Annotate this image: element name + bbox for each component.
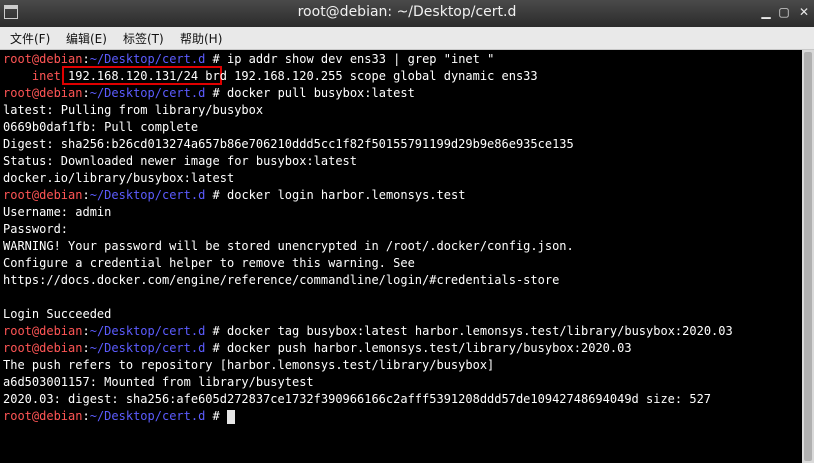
prompt-colon: : xyxy=(82,52,90,66)
command-line: root@debian:~/Desktop/cert.d # docker lo… xyxy=(3,187,465,204)
inet-details: brd 192.168.120.255 scope global dynamic… xyxy=(198,69,538,83)
prompt-user: root@debian xyxy=(3,188,83,202)
output-line: WARNING! Your password will be stored un… xyxy=(3,239,574,253)
prompt-path: ~/Desktop/cert.d xyxy=(89,86,206,100)
command-line: root@debian:~/Desktop/cert.d # xyxy=(3,408,235,425)
command-text: docker pull busybox:latest xyxy=(227,86,415,100)
prompt-colon: : xyxy=(82,324,90,338)
prompt-path: ~/Desktop/cert.d xyxy=(89,324,206,338)
text-cursor xyxy=(227,409,235,424)
prompt-colon: : xyxy=(82,188,90,202)
output-line: latest: Pulling from library/busybox xyxy=(3,103,264,117)
output-line: Username: admin xyxy=(3,205,112,219)
command-text: ip addr show dev ens33 | grep "inet " xyxy=(227,52,495,66)
command-line: root@debian:~/Desktop/cert.d # docker pu… xyxy=(3,340,632,357)
prompt-symbol: # xyxy=(205,409,227,423)
output-line: a6d503001157: Mounted from library/busyt… xyxy=(3,375,314,389)
prompt-user: root@debian xyxy=(3,409,83,423)
output-line: Status: Downloaded newer image for busyb… xyxy=(3,154,358,168)
prompt-user: root@debian xyxy=(3,341,83,355)
prompt-colon: : xyxy=(82,86,90,100)
prompt-symbol: # xyxy=(205,52,227,66)
minimize-icon[interactable]: ▁ xyxy=(758,4,774,20)
inet-label: inet xyxy=(3,69,69,83)
prompt-symbol: # xyxy=(205,341,227,355)
output-line: https://docs.docker.com/engine/reference… xyxy=(3,273,560,287)
close-icon[interactable]: ✕ xyxy=(796,4,812,20)
prompt-user: root@debian xyxy=(3,86,83,100)
prompt-user: root@debian xyxy=(3,324,83,338)
window-title: root@debian: ~/Desktop/cert.d xyxy=(297,4,517,20)
prompt-path: ~/Desktop/cert.d xyxy=(89,188,206,202)
prompt-colon: : xyxy=(82,341,90,355)
output-line: The push refers to repository [harbor.le… xyxy=(3,358,495,372)
prompt-path: ~/Desktop/cert.d xyxy=(89,341,206,355)
title-bar: root@debian: ~/Desktop/cert.d ▁ ▢ ✕ xyxy=(0,0,814,27)
output-line: Login Succeeded xyxy=(3,307,112,321)
prompt-symbol: # xyxy=(205,188,227,202)
command-line: root@debian:~/Desktop/cert.d # docker pu… xyxy=(3,85,415,102)
prompt-user: root@debian xyxy=(3,52,83,66)
scrollbar-thumb[interactable] xyxy=(804,52,812,461)
command-text: docker push harbor.lemonsys.test/library… xyxy=(227,341,632,355)
output-line: 0669b0daf1fb: Pull complete xyxy=(3,120,199,134)
output-line: docker.io/library/busybox:latest xyxy=(3,171,235,185)
ip-address: 192.168.120.131/24 xyxy=(68,69,199,83)
prompt-path: ~/Desktop/cert.d xyxy=(89,409,206,423)
prompt-colon: : xyxy=(82,409,90,423)
menu-file[interactable]: 文件(F) xyxy=(10,30,50,47)
prompt-symbol: # xyxy=(205,324,227,338)
inet-line: inet 192.168.120.131/24 brd 192.168.120.… xyxy=(3,68,538,85)
output-line: 2020.03: digest: sha256:afe605d272837ce1… xyxy=(3,392,712,406)
menu-edit[interactable]: 编辑(E) xyxy=(66,30,107,47)
menu-tabs[interactable]: 标签(T) xyxy=(123,30,164,47)
maximize-icon[interactable]: ▢ xyxy=(776,4,792,20)
terminal-output[interactable]: root@debian:~/Desktop/cert.d # ip addr s… xyxy=(0,50,802,463)
command-text: docker tag busybox:latest harbor.lemonsy… xyxy=(227,324,733,338)
command-line: root@debian:~/Desktop/cert.d # ip addr s… xyxy=(3,51,494,68)
menu-bar: 文件(F) 编辑(E) 标签(T) 帮助(H) xyxy=(0,27,814,50)
command-text: docker login harbor.lemonsys.test xyxy=(227,188,466,202)
prompt-symbol: # xyxy=(205,86,227,100)
output-line: Password: xyxy=(3,222,69,236)
scrollbar[interactable] xyxy=(802,50,814,463)
output-line: Configure a credential helper to remove … xyxy=(3,256,415,270)
menu-help[interactable]: 帮助(H) xyxy=(180,30,222,47)
command-line: root@debian:~/Desktop/cert.d # docker ta… xyxy=(3,323,733,340)
output-line: Digest: sha256:b26cd013274a657b86e706210… xyxy=(3,137,574,151)
prompt-path: ~/Desktop/cert.d xyxy=(89,52,206,66)
